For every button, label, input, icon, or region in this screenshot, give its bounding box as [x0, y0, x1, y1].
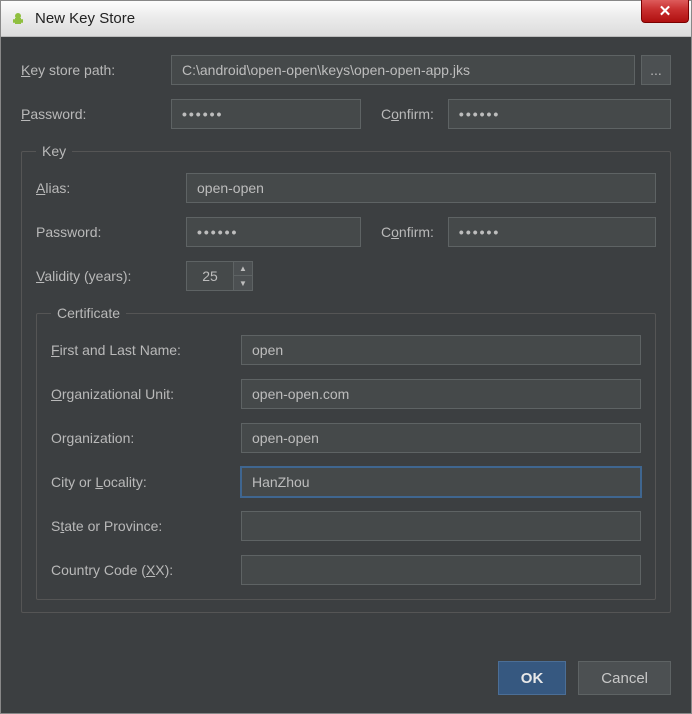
ou-label: Organizational Unit:: [51, 386, 241, 402]
validity-row: Validity (years): ▲ ▼: [36, 261, 656, 291]
keystore-password-row: Password: •••••• Confirm: ••••••: [21, 99, 671, 129]
key-confirm-label: Confirm:: [381, 224, 434, 240]
browse-button[interactable]: ...: [641, 55, 671, 85]
city-label: City or Locality:: [51, 474, 241, 490]
state-label: State or Province:: [51, 518, 241, 534]
org-row: Organization:: [51, 423, 641, 453]
dialog-window: New Key Store ✕ Key store path: ... Pass…: [0, 0, 692, 714]
org-input[interactable]: [241, 423, 641, 453]
spinner-up-icon[interactable]: ▲: [234, 262, 252, 276]
state-input[interactable]: [241, 511, 641, 541]
keystore-password-label: Password:: [21, 106, 171, 122]
first-name-label: First and Last Name:: [51, 342, 241, 358]
close-icon: ✕: [659, 2, 672, 20]
dialog-content: Key store path: ... Password: •••••• Con…: [1, 37, 691, 713]
key-group: Key Alias: Password: •••••• Confirm: •••…: [21, 143, 671, 613]
cancel-button[interactable]: Cancel: [578, 661, 671, 695]
alias-row: Alias:: [36, 173, 656, 203]
keystore-path-input[interactable]: [171, 55, 635, 85]
first-name-input[interactable]: [241, 335, 641, 365]
window-title: New Key Store: [35, 10, 135, 27]
titlebar: New Key Store ✕: [1, 1, 691, 37]
close-button[interactable]: ✕: [641, 0, 689, 23]
alias-label: Alias:: [36, 180, 186, 196]
keystore-confirm-input[interactable]: ••••••: [448, 99, 671, 129]
keystore-path-row: Key store path: ...: [21, 55, 671, 85]
alias-input[interactable]: [186, 173, 656, 203]
ou-row: Organizational Unit:: [51, 379, 641, 409]
certificate-group: Certificate First and Last Name: Organiz…: [36, 305, 656, 600]
city-row: City or Locality:: [51, 467, 641, 497]
org-label: Organization:: [51, 430, 241, 446]
validity-input[interactable]: [186, 261, 234, 291]
certificate-legend: Certificate: [51, 305, 126, 321]
key-password-label: Password:: [36, 224, 186, 240]
cc-input[interactable]: [241, 555, 641, 585]
first-name-row: First and Last Name:: [51, 335, 641, 365]
validity-spinner[interactable]: ▲ ▼: [186, 261, 253, 291]
ou-input[interactable]: [241, 379, 641, 409]
keystore-path-label: Key store path:: [21, 62, 171, 78]
keystore-password-input[interactable]: ••••••: [171, 99, 361, 129]
button-bar: OK Cancel: [21, 645, 671, 713]
key-password-input[interactable]: ••••••: [186, 217, 361, 247]
validity-label: Validity (years):: [36, 268, 186, 284]
key-password-row: Password: •••••• Confirm: ••••••: [36, 217, 656, 247]
ellipsis-icon: ...: [650, 62, 662, 78]
keystore-confirm-label: Confirm:: [381, 106, 434, 122]
cc-row: Country Code (XX):: [51, 555, 641, 585]
key-legend: Key: [36, 143, 72, 159]
spinner-down-icon[interactable]: ▼: [234, 276, 252, 290]
state-row: State or Province:: [51, 511, 641, 541]
key-confirm-input[interactable]: ••••••: [448, 217, 656, 247]
app-icon: [9, 10, 27, 28]
ok-button[interactable]: OK: [498, 661, 567, 695]
city-input[interactable]: [241, 467, 641, 497]
cc-label: Country Code (XX):: [51, 562, 241, 578]
